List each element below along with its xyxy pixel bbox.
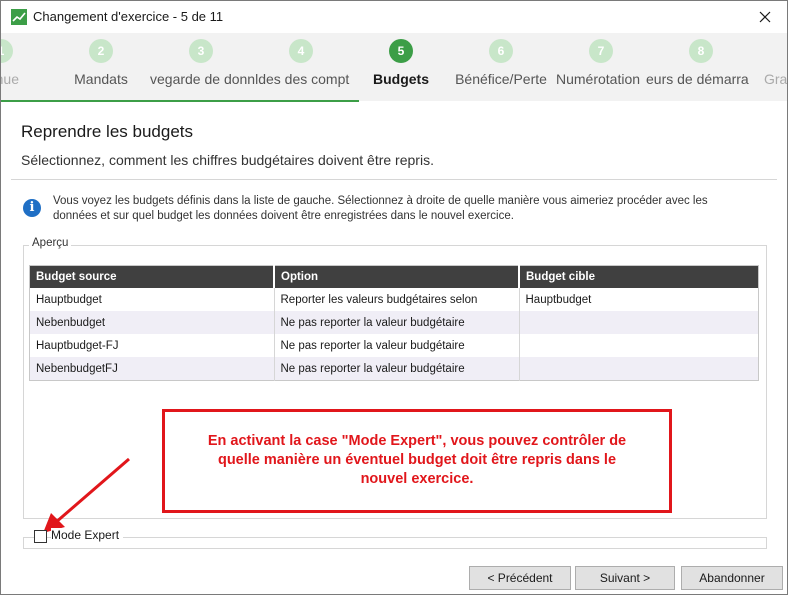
window-title: Changement d'exercice - 5 de 11	[33, 9, 224, 24]
mode-expert-label[interactable]: Mode Expert	[51, 528, 124, 542]
step-9[interactable]: Gra	[736, 33, 787, 101]
table-row[interactable]: Nebenbudget Ne pas reporter la valeur bu…	[29, 311, 759, 334]
budget-table: Budget source Option Budget cible Hauptb…	[29, 265, 759, 381]
annotation-arrow-icon	[43, 457, 130, 533]
title-bar: Changement d'exercice - 5 de 11	[1, 1, 787, 33]
cell-budget-source: NebenbudgetFJ	[29, 357, 275, 381]
annotation-text: En activant la case "Mode Expert", vous …	[165, 432, 669, 489]
step-number: 2	[89, 39, 113, 63]
cell-budget-source: Hauptbudget-FJ	[29, 334, 275, 357]
cell-budget-target[interactable]: Hauptbudget	[519, 288, 759, 311]
step-label: Gra	[764, 71, 787, 87]
table-row[interactable]: NebenbudgetFJ Ne pas reporter la valeur …	[29, 357, 759, 381]
wizard-window: Changement d'exercice - 5 de 11 1 enue 2…	[0, 0, 788, 595]
info-icon: i	[23, 199, 41, 217]
annotation-line: quelle manière un éventuel budget doit ê…	[217, 452, 617, 468]
cell-option[interactable]: Ne pas reporter la valeur budgétaire	[274, 357, 520, 381]
step-label: enue	[1, 71, 19, 87]
annotation-callout: En activant la case "Mode Expert", vous …	[162, 409, 672, 513]
expert-groupbox	[23, 537, 767, 549]
next-button[interactable]: Suivant >	[575, 566, 675, 590]
mode-expert-checkbox[interactable]	[34, 530, 47, 543]
step-label: Numérotation	[556, 71, 641, 87]
preview-legend: Aperçu	[29, 237, 72, 249]
column-header-option[interactable]: Option	[274, 265, 520, 288]
annotation-line: nouvel exercice.	[360, 471, 474, 487]
step-number: 1	[1, 39, 13, 63]
section-title: Reprendre les budgets	[21, 122, 194, 141]
cell-budget-source: Nebenbudget	[29, 311, 275, 334]
column-header-budget-target[interactable]: Budget cible	[519, 265, 759, 288]
info-text: Vous voyez les budgets définis dans la l…	[53, 195, 708, 222]
section-subtitle: Sélectionnez, comment les chiffres budgé…	[21, 152, 434, 168]
cell-option[interactable]: Ne pas reporter la valeur budgétaire	[274, 311, 520, 334]
cell-budget-target[interactable]	[519, 334, 759, 357]
step-number: 4	[289, 39, 313, 63]
chart-app-icon	[11, 9, 27, 25]
cancel-button[interactable]: Abandonner	[681, 566, 783, 590]
close-button[interactable]	[743, 1, 787, 33]
divider	[11, 179, 777, 180]
step-number: 7	[589, 39, 613, 63]
table-row[interactable]: Hauptbudget-FJ Ne pas reporter la valeur…	[29, 334, 759, 357]
cell-budget-source: Hauptbudget	[29, 288, 275, 311]
cell-option[interactable]: Reporter les valeurs budgétaires selon	[274, 288, 520, 311]
steps-progress-underline	[1, 100, 359, 102]
cell-budget-target[interactable]	[519, 311, 759, 334]
wizard-steps: 1 enue 2 Mandats 3 vegarde de donnldes d…	[1, 33, 787, 101]
step-number: 6	[489, 39, 513, 63]
cell-budget-target[interactable]	[519, 357, 759, 381]
cell-option[interactable]: Ne pas reporter la valeur budgétaire	[274, 334, 520, 357]
table-row[interactable]: Hauptbudget Reporter les valeurs budgéta…	[29, 288, 759, 311]
step-number: 5	[389, 39, 413, 63]
previous-button[interactable]: < Précédent	[469, 566, 571, 590]
close-icon	[759, 11, 771, 23]
column-header-budget-source[interactable]: Budget source	[29, 265, 275, 288]
annotation-line: En activant la case "Mode Expert", vous …	[207, 433, 627, 449]
step-number: 8	[689, 39, 713, 63]
step-number: 3	[189, 39, 213, 63]
